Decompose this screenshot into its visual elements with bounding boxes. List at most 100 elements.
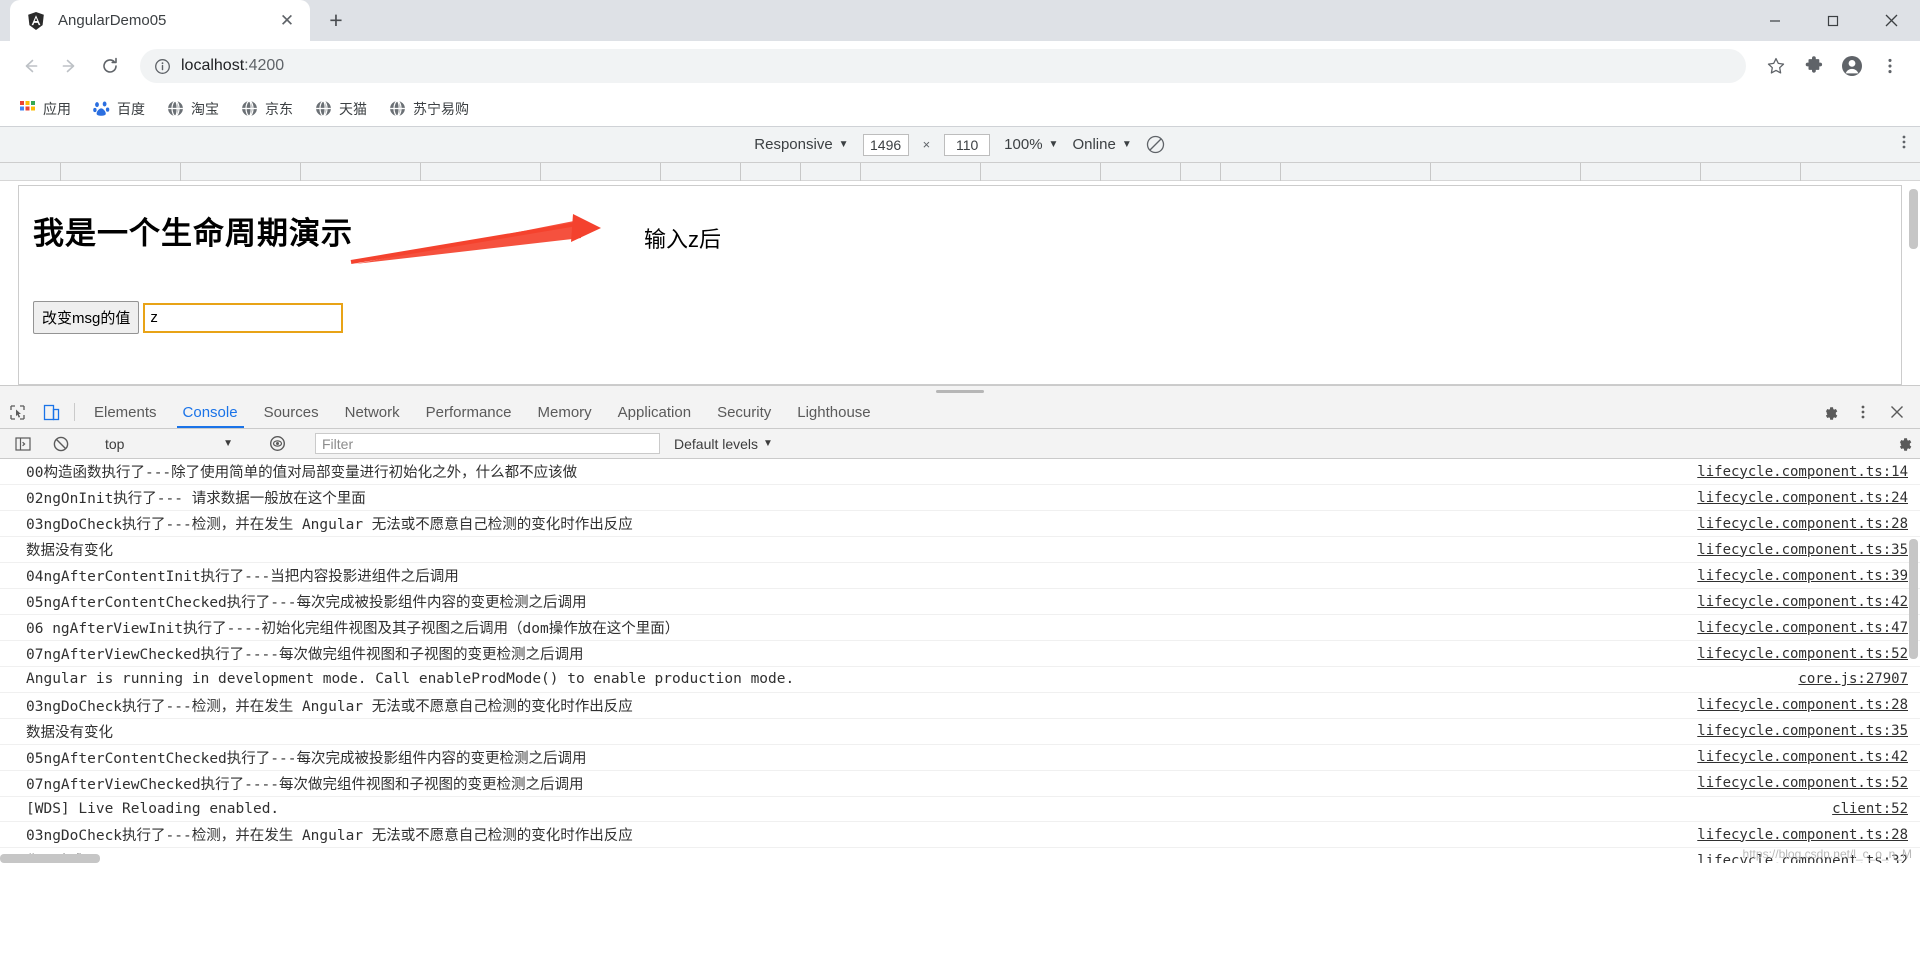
msg-input[interactable] — [143, 302, 344, 333]
console-message-source-link[interactable]: lifecycle.component.ts:52 — [1677, 775, 1908, 791]
console-message-text: 02ngOnInit执行了--- 请求数据一般放在这个里面 — [26, 491, 366, 507]
maximize-button[interactable] — [1804, 0, 1862, 41]
console-message-row[interactable]: 05ngAfterContentChecked执行了---每次完成被投影组件内容… — [0, 745, 1920, 771]
info-circle-icon[interactable] — [154, 58, 171, 75]
new-tab-button[interactable]: + — [318, 2, 354, 38]
console-message-row[interactable]: 00构造函数执行了---除了使用简单的值对局部变量进行初始化之外，什么都不应该做… — [0, 459, 1920, 485]
console-sidebar-icon[interactable] — [6, 436, 40, 452]
tab-application[interactable]: Application — [605, 396, 704, 428]
tab-console[interactable]: Console — [170, 396, 251, 428]
browser-tab-title: AngularDemo05 — [58, 12, 167, 29]
console-message-row[interactable]: 03ngDoCheck执行了---检测，并在发生 Angular 无法或不愿意自… — [0, 822, 1920, 848]
bookmark-star-icon[interactable] — [1758, 48, 1794, 84]
network-throttling-dropdown[interactable]: Online ▼ — [1072, 136, 1131, 153]
dimension-separator: × — [922, 137, 931, 152]
device-toolbar-menu[interactable] — [1896, 134, 1912, 155]
console-log-levels-dropdown[interactable]: Default levels ▼ — [674, 436, 773, 452]
globe-icon — [389, 100, 406, 117]
toggle-device-toolbar-icon[interactable] — [34, 396, 68, 428]
address-bar-url: localhost:4200 — [181, 57, 285, 74]
console-message-source-link[interactable]: lifecycle.component.ts:35 — [1677, 542, 1908, 558]
close-window-button[interactable] — [1862, 0, 1920, 41]
puzzle-piece-icon[interactable] — [1796, 48, 1832, 84]
console-message-row[interactable]: 你从改成zlifecycle.component.ts:32 — [0, 848, 1920, 864]
address-bar[interactable]: localhost:4200 — [140, 49, 1746, 83]
device-height-input[interactable]: 110 — [944, 133, 991, 156]
bookmark-item-tmall[interactable]: 天猫 — [306, 95, 376, 123]
console-message-row[interactable]: 03ngDoCheck执行了---检测，并在发生 Angular 无法或不愿意自… — [0, 693, 1920, 719]
console-message-source-link[interactable]: lifecycle.component.ts:28 — [1677, 827, 1908, 843]
tab-sources[interactable]: Sources — [251, 396, 332, 428]
console-message-list[interactable]: 00构造函数执行了---除了使用简单的值对局部变量进行初始化之外，什么都不应该做… — [0, 459, 1920, 863]
console-message-source-link[interactable]: lifecycle.component.ts:24 — [1677, 490, 1908, 506]
console-message-source-link[interactable]: lifecycle.component.ts:52 — [1677, 646, 1908, 662]
tab-lighthouse[interactable]: Lighthouse — [784, 396, 883, 428]
console-message-row[interactable]: 07ngAfterViewChecked执行了----每次做完组件视图和子视图的… — [0, 641, 1920, 667]
console-message-source-link[interactable]: lifecycle.component.ts:35 — [1677, 723, 1908, 739]
gear-icon[interactable] — [1812, 404, 1846, 421]
angular-logo-icon — [26, 11, 46, 31]
clear-console-icon[interactable] — [44, 436, 78, 452]
bookmark-item-jd[interactable]: 京东 — [232, 95, 302, 123]
console-horizontal-scrollbar[interactable] — [0, 854, 100, 863]
console-message-source-link[interactable]: lifecycle.component.ts:28 — [1677, 516, 1908, 532]
tab-security[interactable]: Security — [704, 396, 784, 428]
bookmark-item-apps[interactable]: 应用 — [10, 95, 80, 123]
bookmark-item-baidu[interactable]: 百度 — [84, 95, 154, 123]
console-message-source-link[interactable]: client:52 — [1812, 801, 1908, 817]
console-message-source-link[interactable]: lifecycle.component.ts:28 — [1677, 697, 1908, 713]
change-msg-button[interactable]: 改变msg的值 — [33, 301, 140, 334]
reload-icon[interactable] — [92, 48, 128, 84]
viewport-vertical-scrollbar[interactable] — [1909, 189, 1918, 249]
console-message-row[interactable]: 数据没有变化 lifecycle.component.ts:35 — [0, 537, 1920, 563]
console-message-source-link[interactable]: core.js:27907 — [1778, 671, 1908, 687]
forward-arrow-icon[interactable] — [52, 48, 88, 84]
console-message-row[interactable]: 数据没有变化 lifecycle.component.ts:35 — [0, 719, 1920, 745]
console-filter-input[interactable] — [315, 433, 660, 454]
tab-network[interactable]: Network — [332, 396, 413, 428]
bookmark-item-taobao[interactable]: 淘宝 — [158, 95, 228, 123]
back-arrow-icon[interactable] — [12, 48, 48, 84]
bookmark-item-suning[interactable]: 苏宁易购 — [380, 95, 478, 123]
inspect-element-icon[interactable] — [0, 396, 34, 428]
rotate-device-icon[interactable] — [1146, 135, 1166, 155]
profile-avatar-icon[interactable] — [1834, 48, 1870, 84]
bookmark-label: 天猫 — [339, 100, 367, 117]
console-message-source-link[interactable]: lifecycle.component.ts:42 — [1677, 749, 1908, 765]
browser-tab[interactable]: AngularDemo05 ✕ — [10, 0, 310, 41]
device-preset-dropdown[interactable]: Responsive ▼ — [754, 136, 848, 153]
console-message-row[interactable]: 03ngDoCheck执行了---检测，并在发生 Angular 无法或不愿意自… — [0, 511, 1920, 537]
console-message-source-link[interactable]: lifecycle.component.ts:47 — [1677, 620, 1908, 636]
device-width-input[interactable]: 1496 — [862, 133, 909, 156]
console-message-source-link[interactable]: lifecycle.component.ts:39 — [1677, 568, 1908, 584]
minimize-button[interactable] — [1746, 0, 1804, 41]
close-icon[interactable]: ✕ — [276, 10, 298, 32]
close-icon[interactable] — [1880, 405, 1914, 419]
console-message-row[interactable]: 02ngOnInit执行了--- 请求数据一般放在这个里面 lifecycle.c… — [0, 485, 1920, 511]
browser-tab-strip: AngularDemo05 ✕ + — [0, 0, 1920, 41]
console-message-row[interactable]: 06 ngAfterViewInit执行了----初始化完组件视图及其子视图之后… — [0, 615, 1920, 641]
console-settings-gear-icon[interactable] — [1895, 435, 1912, 452]
device-zoom-dropdown[interactable]: 100% ▼ — [1004, 136, 1058, 153]
live-expression-eye-icon[interactable] — [260, 435, 294, 452]
console-message-row[interactable]: Angular is running in development mode. … — [0, 667, 1920, 693]
tab-memory[interactable]: Memory — [525, 396, 605, 428]
console-vertical-scrollbar[interactable] — [1909, 539, 1918, 659]
bookmark-label: 应用 — [43, 100, 71, 117]
console-message-text: [WDS] Live Reloading enabled. — [26, 800, 280, 817]
console-message-source-link[interactable]: lifecycle.component.ts:42 — [1677, 594, 1908, 610]
three-dot-menu-icon[interactable] — [1872, 48, 1908, 84]
browser-toolbar: localhost:4200 — [0, 41, 1920, 91]
console-message-text: 07ngAfterViewChecked执行了----每次做完组件视图和子视图的… — [26, 647, 584, 663]
console-message-source-link[interactable]: lifecycle.component.ts:14 — [1677, 464, 1908, 480]
tab-elements[interactable]: Elements — [81, 396, 170, 428]
console-message-row[interactable]: 04ngAfterContentInit执行了---当把内容投影进组件之后调用 l… — [0, 563, 1920, 589]
console-message-row[interactable]: [WDS] Live Reloading enabled. client:52 — [0, 797, 1920, 822]
execution-context-dropdown[interactable]: top ▼ — [99, 436, 239, 452]
console-message-row[interactable]: 05ngAfterContentChecked执行了---每次完成被投影组件内容… — [0, 589, 1920, 615]
tab-performance[interactable]: Performance — [413, 396, 525, 428]
devtools-resize-handle[interactable] — [0, 385, 1920, 396]
three-dot-menu-icon[interactable] — [1846, 404, 1880, 420]
console-message-text: 03ngDoCheck执行了---检测，并在发生 Angular 无法或不愿意自… — [26, 517, 633, 533]
console-message-row[interactable]: 07ngAfterViewChecked执行了----每次做完组件视图和子视图的… — [0, 771, 1920, 797]
